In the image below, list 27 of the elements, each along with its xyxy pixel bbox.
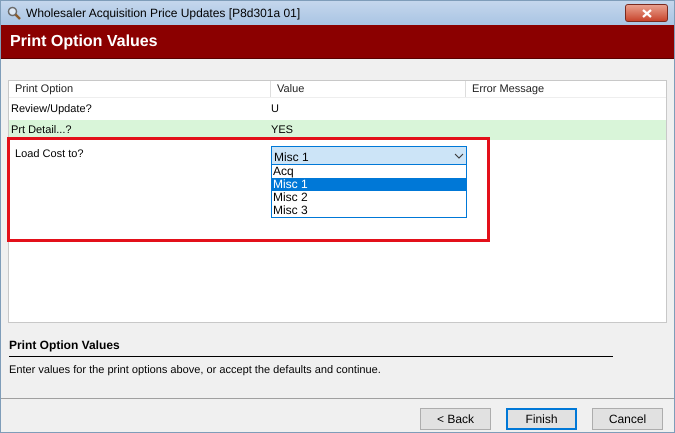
option-value: U bbox=[271, 102, 279, 117]
magnifier-icon bbox=[7, 6, 21, 20]
column-header: Print Option bbox=[9, 81, 271, 97]
dialog-button[interactable]: Cancel bbox=[592, 408, 663, 430]
close-icon bbox=[642, 8, 652, 18]
dropdown-value: Misc 1 bbox=[274, 148, 309, 162]
help-text: Enter values for the print options above, or accept the defaults and continue. bbox=[9, 363, 382, 378]
option-label: Review/Update? bbox=[10, 102, 93, 117]
chevron-down-icon bbox=[454, 152, 464, 158]
table-row[interactable]: Load Cost to? Misc 1 Acq Misc 1 Misc 2 Misc 3 bbox=[9, 140, 666, 240]
dropdown[interactable]: Misc 1 bbox=[271, 146, 467, 165]
window-title: Wholesaler Acquisition Price Updates [P8d301a 01] bbox=[26, 5, 300, 22]
dialog-button[interactable]: < Back bbox=[420, 408, 491, 430]
option-label: Load Cost to? bbox=[14, 147, 84, 162]
page-heading: Print Option Values bbox=[10, 32, 158, 52]
option-value: YES bbox=[271, 122, 294, 138]
dropdown-option[interactable]: Misc 3 bbox=[272, 204, 466, 217]
dropdown-option[interactable]: Acq bbox=[272, 165, 466, 178]
table-row[interactable]: Review/Update? U bbox=[9, 99, 666, 119]
close-button[interactable] bbox=[625, 4, 668, 22]
column-header: Error Message bbox=[471, 82, 546, 97]
help-heading: Print Option Values bbox=[9, 336, 613, 357]
dropdown-option[interactable]: Misc 1 bbox=[272, 178, 466, 191]
dropdown-option[interactable]: Misc 2 bbox=[272, 191, 466, 204]
dialog-button[interactable]: Finish bbox=[506, 408, 577, 430]
column-header: Value bbox=[271, 81, 466, 97]
option-label: Prt Detail...? bbox=[10, 122, 73, 138]
